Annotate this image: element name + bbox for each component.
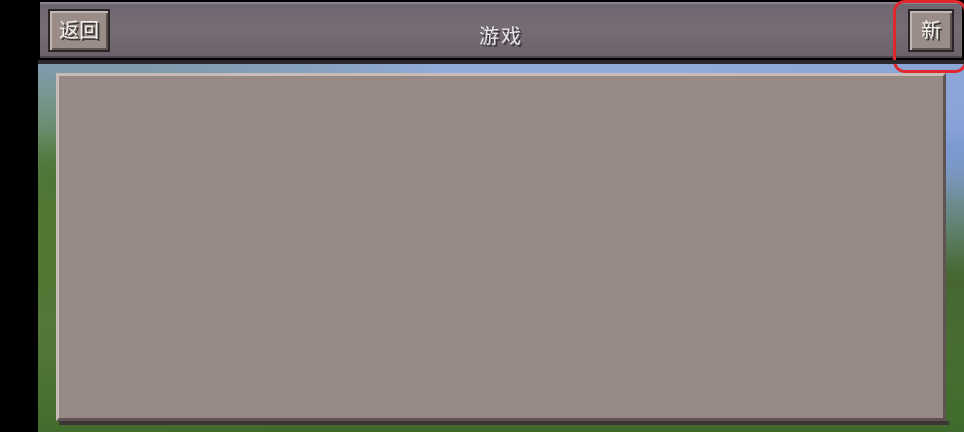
header-bar: 游戏 bbox=[38, 0, 964, 62]
header-inner: 游戏 bbox=[40, 2, 962, 58]
world-list-panel[interactable] bbox=[56, 73, 946, 421]
left-black-bar bbox=[0, 0, 38, 432]
back-button[interactable]: 返回 bbox=[48, 9, 110, 52]
screen: 游戏 返回 新 bbox=[0, 0, 964, 432]
page-title: 游戏 bbox=[479, 24, 523, 48]
header-divider bbox=[38, 60, 964, 64]
world-list-panel-shadow bbox=[59, 421, 949, 425]
